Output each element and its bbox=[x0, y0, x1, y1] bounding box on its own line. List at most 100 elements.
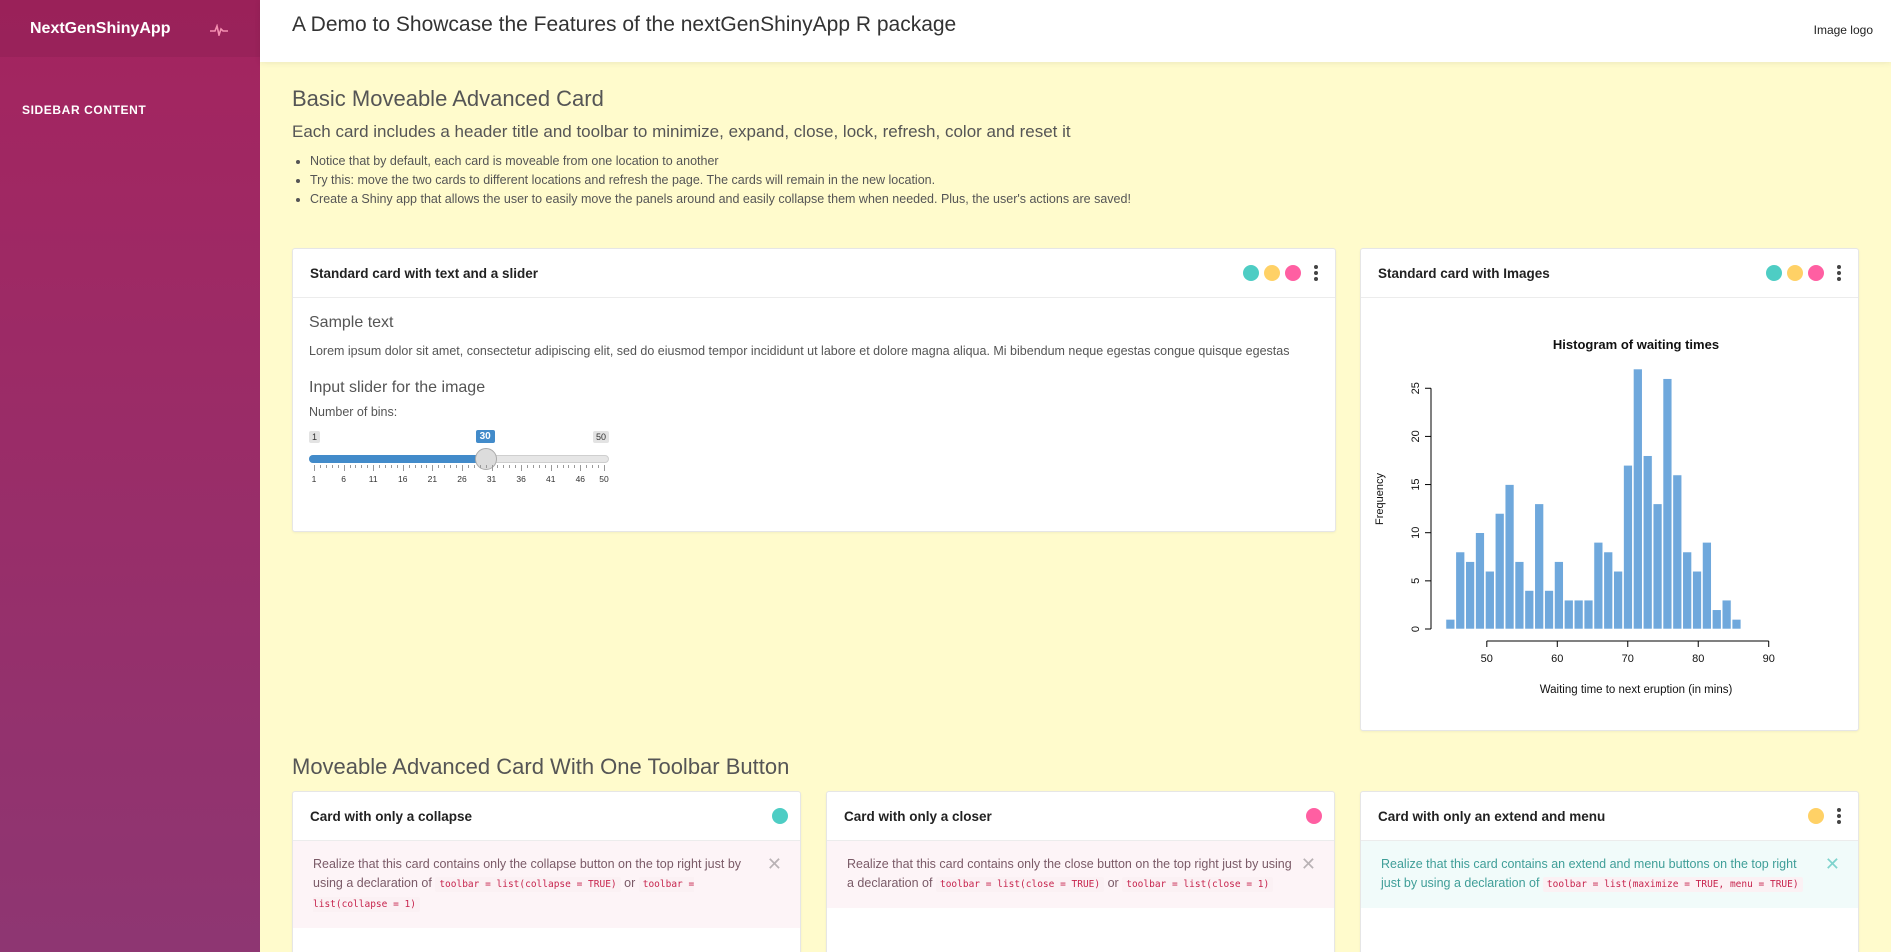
close-button[interactable] bbox=[1808, 265, 1824, 281]
histogram-bar bbox=[1514, 561, 1525, 630]
slider-heading: Input slider for the image bbox=[309, 379, 486, 396]
slider-tick bbox=[355, 465, 357, 468]
card-images[interactable]: Standard card with Images Histogram of w… bbox=[1360, 248, 1859, 731]
slider-tick bbox=[509, 465, 511, 468]
card-collapse[interactable]: Card with only a collapse Realize that t… bbox=[292, 791, 801, 952]
slider-tick bbox=[402, 465, 404, 471]
code-snippet: toolbar = list(close = 1) bbox=[1122, 877, 1274, 892]
y-tick-label: 25 bbox=[1410, 382, 1422, 394]
slider-tick bbox=[373, 465, 375, 471]
slider-tick-label: 46 bbox=[575, 474, 586, 484]
slider-tick-label: 21 bbox=[427, 474, 438, 484]
slider-tick-label: 31 bbox=[486, 474, 497, 484]
card-text-slider[interactable]: Standard card with text and a slider Sam… bbox=[292, 248, 1336, 532]
card-toolbar bbox=[1766, 263, 1846, 283]
brand-name[interactable]: NextGenShinyApp bbox=[30, 20, 170, 38]
close-icon[interactable]: ✕ bbox=[767, 855, 782, 874]
card-header[interactable]: Card with only a collapse bbox=[293, 792, 800, 841]
bins-slider[interactable]: 1 50 30 1 6 11 16 21 26 31 36 41 46 50 bbox=[309, 425, 609, 491]
slider-tick bbox=[408, 465, 410, 468]
slider-tick-label: 1 bbox=[311, 474, 317, 484]
card-title: Card with only an extend and menu bbox=[1378, 808, 1606, 824]
slider-tick bbox=[515, 465, 517, 468]
code-snippet: toolbar = list(collapse = TRUE) bbox=[435, 877, 621, 892]
slider-tick bbox=[414, 465, 416, 468]
histogram-bar bbox=[1593, 542, 1604, 630]
histogram-bar bbox=[1692, 570, 1702, 630]
slider-tick bbox=[343, 465, 345, 471]
maximize-button[interactable] bbox=[1808, 808, 1824, 824]
card-header[interactable]: Standard card with text and a slider bbox=[293, 249, 1335, 298]
menu-icon[interactable] bbox=[1832, 263, 1846, 283]
collapse-button[interactable] bbox=[772, 808, 788, 824]
histogram-bar bbox=[1613, 570, 1623, 630]
slider-tick-label: 11 bbox=[368, 474, 378, 484]
slider-tick-label: 16 bbox=[398, 474, 408, 484]
slider-tick bbox=[426, 465, 428, 468]
slider-tick-label: 50 bbox=[599, 474, 609, 484]
slider-tick bbox=[485, 465, 487, 468]
histogram-bar bbox=[1465, 561, 1475, 630]
feature-list: Notice that by default, each card is mov… bbox=[292, 152, 1859, 209]
slider-max: 50 bbox=[592, 431, 609, 443]
slider-fill bbox=[309, 455, 486, 463]
close-icon[interactable]: ✕ bbox=[1301, 855, 1316, 874]
histogram-bar bbox=[1662, 378, 1673, 630]
card-extend-menu[interactable]: Card with only an extend and menu Realiz… bbox=[1360, 791, 1859, 952]
card-header[interactable]: Card with only an extend and menu bbox=[1361, 792, 1858, 841]
sidebar-title: SIDEBAR CONTENT bbox=[22, 103, 147, 117]
sample-text: Lorem ipsum dolor sit amet, consectetur … bbox=[309, 344, 1290, 358]
slider-tick bbox=[467, 465, 469, 468]
chart-title: Histogram of waiting times bbox=[1553, 337, 1719, 352]
slider-tick bbox=[385, 465, 387, 468]
histogram-bar bbox=[1633, 368, 1643, 630]
slider-tick bbox=[568, 465, 570, 468]
slider-tick bbox=[438, 465, 440, 468]
slider-min: 1 bbox=[309, 431, 321, 443]
slider-tick bbox=[331, 465, 333, 468]
close-button[interactable] bbox=[1285, 265, 1301, 281]
card-toolbar bbox=[1306, 808, 1322, 824]
histogram-bar bbox=[1554, 561, 1564, 630]
slider-label: Number of bins: bbox=[309, 405, 398, 419]
histogram-bar bbox=[1731, 619, 1742, 630]
slider-tick bbox=[337, 465, 339, 468]
top-header: A Demo to Showcase the Features of the n… bbox=[260, 0, 1891, 62]
slider-tick bbox=[319, 465, 321, 468]
close-icon[interactable]: ✕ bbox=[1825, 855, 1840, 874]
collapse-button[interactable] bbox=[1243, 265, 1259, 281]
maximize-button[interactable] bbox=[1264, 265, 1280, 281]
alert-or: or bbox=[1107, 876, 1119, 890]
image-logo: Image logo bbox=[1813, 23, 1873, 37]
slider-tick bbox=[598, 465, 600, 468]
alert-or: or bbox=[624, 876, 636, 890]
histogram-bar bbox=[1682, 551, 1692, 630]
card-toolbar bbox=[1243, 263, 1323, 283]
pulse-icon[interactable] bbox=[210, 22, 228, 38]
page-title: A Demo to Showcase the Features of the n… bbox=[292, 13, 957, 36]
card-closer[interactable]: Card with only a closer Realize that thi… bbox=[826, 791, 1335, 952]
code-snippet: toolbar = list(close = TRUE) bbox=[935, 877, 1105, 892]
close-button[interactable] bbox=[1306, 808, 1322, 824]
menu-icon[interactable] bbox=[1832, 806, 1846, 826]
slider-tick bbox=[503, 465, 505, 468]
maximize-button[interactable] bbox=[1787, 265, 1803, 281]
slider-tick bbox=[379, 465, 381, 468]
slider-value: 30 bbox=[475, 430, 495, 443]
card-header[interactable]: Card with only a closer bbox=[827, 792, 1334, 841]
slider-tick bbox=[420, 465, 422, 468]
x-tick-label: 80 bbox=[1692, 653, 1704, 665]
slider-tick bbox=[550, 465, 552, 471]
y-tick-label: 0 bbox=[1410, 626, 1422, 632]
histogram-bar bbox=[1485, 570, 1495, 630]
histogram-bar bbox=[1573, 599, 1584, 630]
slider-tick bbox=[532, 465, 534, 468]
card-header[interactable]: Standard card with Images bbox=[1361, 249, 1858, 298]
y-tick-label: 10 bbox=[1410, 527, 1422, 539]
y-tick-label: 20 bbox=[1410, 430, 1422, 442]
collapse-button[interactable] bbox=[1766, 265, 1782, 281]
histogram-bar bbox=[1672, 474, 1683, 630]
histogram-bar bbox=[1445, 619, 1456, 630]
menu-icon[interactable] bbox=[1309, 263, 1323, 283]
slider-tick bbox=[556, 465, 558, 468]
